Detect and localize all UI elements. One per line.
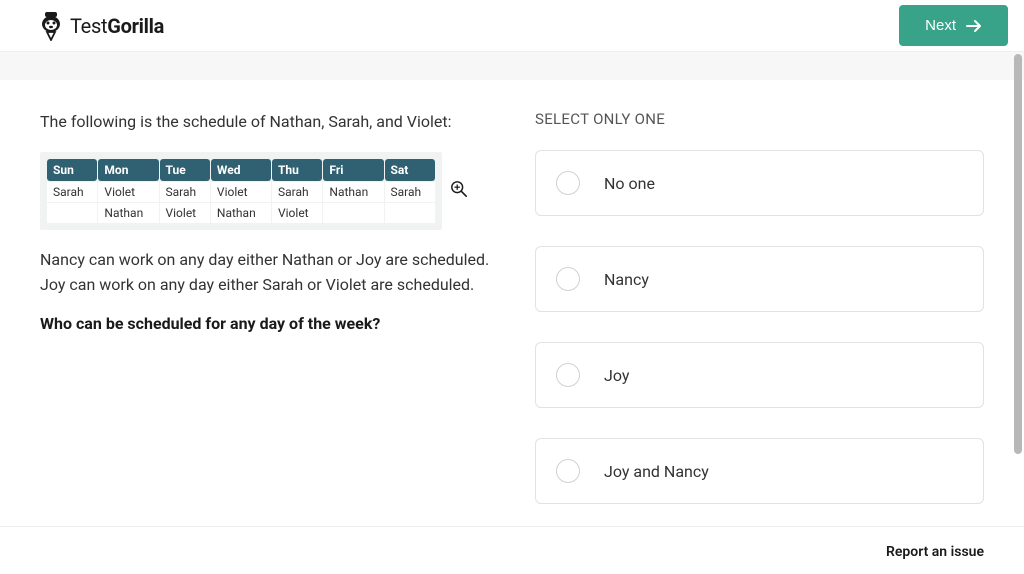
table-row: Nathan Violet Nathan Violet [47, 203, 435, 223]
table-header: Tue [160, 159, 210, 181]
table-cell [323, 203, 383, 223]
table-header: Sun [47, 159, 97, 181]
table-cell: Nathan [211, 203, 271, 223]
zoom-in-icon[interactable] [450, 180, 468, 202]
table-row: Sarah Violet Sarah Violet Sarah Nathan S… [47, 182, 435, 202]
table-cell: Sarah [272, 182, 322, 202]
table-header: Thu [272, 159, 322, 181]
question-panel: The following is the schedule of Nathan,… [40, 110, 495, 534]
question-prompt: Who can be scheduled for any day of the … [40, 314, 495, 333]
table-header: Sat [385, 159, 436, 181]
rules-text: Nancy can work on any day either Nathan … [40, 248, 495, 298]
logo: TestGorilla [38, 11, 164, 41]
table-cell: Sarah [47, 182, 97, 202]
answer-option[interactable]: No one [535, 150, 984, 216]
schedule-table-wrap: Sun Mon Tue Wed Thu Fri Sat Sara [40, 152, 442, 230]
option-label: Joy and Nancy [604, 462, 709, 481]
header-bar: TestGorilla Next [0, 0, 1024, 52]
scrollbar-thumb[interactable] [1014, 54, 1022, 454]
table-cell: Nathan [98, 203, 158, 223]
option-label: Joy [604, 366, 629, 385]
logo-text: TestGorilla [70, 14, 164, 38]
content-area: The following is the schedule of Nathan,… [0, 80, 1024, 563]
table-cell: Violet [211, 182, 271, 202]
radio-circle [556, 267, 580, 291]
radio-circle [556, 171, 580, 195]
option-label: No one [604, 174, 655, 193]
next-button[interactable]: Next [899, 5, 1008, 46]
table-header: Fri [323, 159, 383, 181]
intro-text: The following is the schedule of Nathan,… [40, 110, 495, 134]
table-cell [385, 203, 436, 223]
table-header: Wed [211, 159, 271, 181]
radio-circle [556, 363, 580, 387]
table-cell: Violet [272, 203, 322, 223]
table-cell: Violet [160, 203, 210, 223]
answer-option[interactable]: Joy and Nancy [535, 438, 984, 504]
table-cell [47, 203, 97, 223]
radio-circle [556, 459, 580, 483]
report-issue-link[interactable]: Report an issue [886, 544, 984, 560]
table-cell: Violet [98, 182, 158, 202]
table-header: Mon [98, 159, 158, 181]
answers-panel: SELECT ONLY ONE No one Nancy Joy Joy and… [535, 110, 984, 534]
option-label: Nancy [604, 270, 649, 289]
select-instruction: SELECT ONLY ONE [535, 110, 984, 128]
table-cell: Nathan [323, 182, 383, 202]
answer-option[interactable]: Joy [535, 342, 984, 408]
next-button-label: Next [925, 17, 956, 34]
gorilla-icon [38, 11, 64, 41]
footer-bar: Report an issue [0, 526, 1024, 574]
schedule-table: Sun Mon Tue Wed Thu Fri Sat Sara [46, 158, 436, 224]
arrow-right-icon [966, 19, 982, 33]
table-cell: Sarah [160, 182, 210, 202]
answer-option[interactable]: Nancy [535, 246, 984, 312]
schedule-image-container: Sun Mon Tue Wed Thu Fri Sat Sara [40, 152, 495, 230]
table-cell: Sarah [385, 182, 436, 202]
